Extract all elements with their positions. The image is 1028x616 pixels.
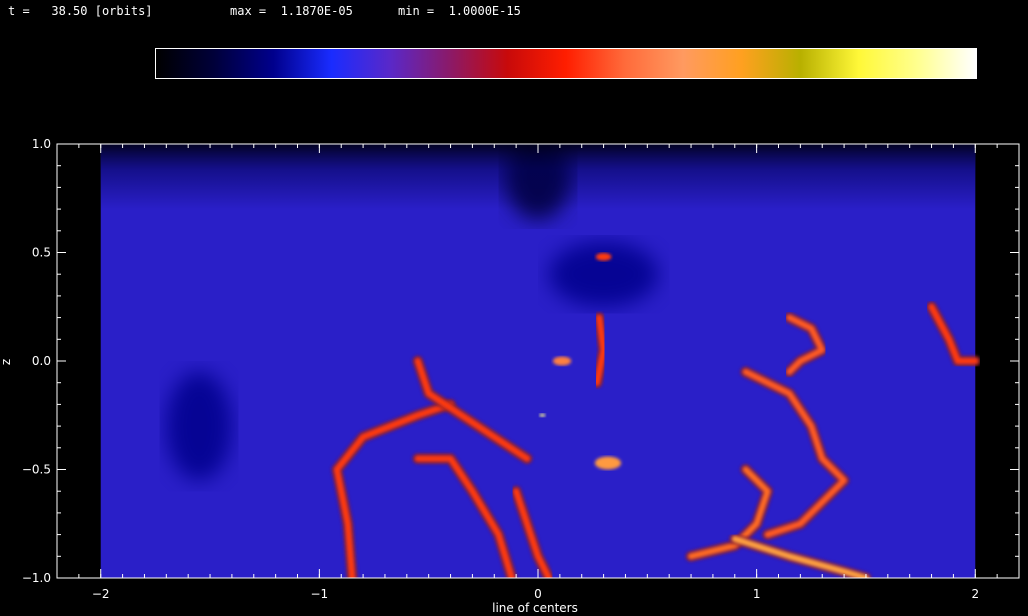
y-tick-label: −1.0 bbox=[22, 571, 51, 585]
density-blob bbox=[552, 356, 572, 366]
x-tick-label: 1 bbox=[753, 587, 761, 601]
x-tick-label: −1 bbox=[311, 587, 329, 601]
density-blob bbox=[539, 413, 546, 417]
upper-fade bbox=[100, 144, 976, 578]
y-tick-label: 0.0 bbox=[32, 354, 51, 368]
y-axis-label: z bbox=[0, 359, 13, 365]
x-axis-label: line of centers bbox=[492, 601, 578, 615]
x-tick-label: −2 bbox=[92, 587, 110, 601]
density-field bbox=[57, 144, 1019, 578]
heatmap-plot: −2 −1 0 1 2 1.0 0.5 0.0 −0.5 −1.0 line of centers… bbox=[0, 137, 1020, 615]
y-tick-label: 1.0 bbox=[32, 137, 51, 151]
x-tick-label: 2 bbox=[971, 587, 979, 601]
density-blob bbox=[594, 456, 622, 470]
y-tick-label: 0.5 bbox=[32, 246, 51, 260]
density-blob bbox=[595, 252, 612, 261]
y-tick-label: −0.5 bbox=[22, 463, 51, 477]
x-tick-label: 0 bbox=[534, 587, 542, 601]
